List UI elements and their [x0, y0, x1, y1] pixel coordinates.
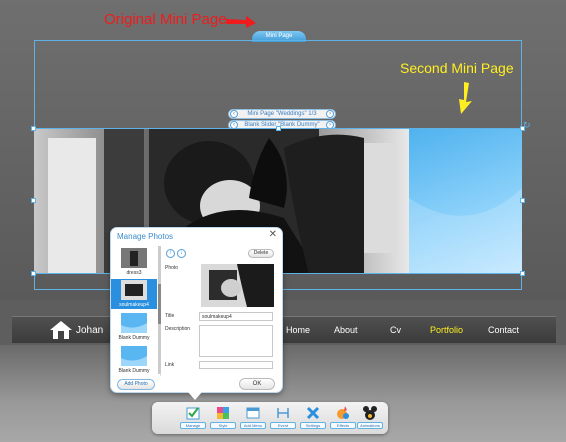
event-label: Event [270, 422, 296, 429]
close-icon[interactable]: ✕ [269, 229, 277, 240]
thumbnail-label: Blank Dummy [118, 335, 150, 341]
event-tool[interactable]: Event [270, 405, 296, 431]
style-label: Style [210, 422, 236, 429]
nav-item-about[interactable]: About [334, 325, 358, 335]
title-field[interactable]: soulmakeup4 [199, 312, 273, 321]
effects-label: Effects [330, 422, 356, 429]
ok-button[interactable]: OK [239, 378, 275, 390]
nav-item-cv[interactable]: Cv [390, 325, 401, 335]
manage-label: Manage [180, 422, 206, 429]
title-label: Title [165, 313, 175, 319]
effects-tool[interactable]: Effects [330, 405, 356, 431]
thumbnail-label: soulmakeup4 [119, 302, 149, 308]
next-mini-page-button[interactable]: › [326, 110, 334, 118]
thumbnail-label: Blank Dummy [118, 368, 150, 374]
event-icon [277, 408, 289, 418]
animations-tool[interactable]: Animations [357, 405, 383, 431]
settings-label: Settings [300, 422, 326, 429]
resize-handle-sw[interactable] [31, 271, 36, 276]
thumbnail-image [121, 280, 147, 300]
list-item-selected[interactable]: soulmakeup4 [111, 279, 157, 309]
manage-icon [186, 407, 200, 420]
link-field[interactable] [199, 361, 273, 369]
description-field[interactable] [199, 325, 273, 357]
add-menu-label: Add Menu [240, 422, 266, 429]
second-mini-page-slide[interactable] [409, 128, 522, 274]
thumbnail-label: dress3 [126, 270, 142, 276]
mini-page-label: Mini Page "Weddings" 1/3 [247, 111, 317, 117]
add-menu-tool[interactable]: Add Menu [240, 405, 266, 431]
manage-tool[interactable]: Manage [180, 405, 206, 431]
dialog-pointer [188, 392, 202, 400]
list-item[interactable]: Blank Dummy [111, 312, 157, 342]
dialog-title: Manage Photos [117, 232, 174, 241]
scrollbar-thumb[interactable] [158, 284, 161, 324]
annotation-original-mini-page: Original Mini Page [104, 11, 227, 28]
nav-item-portfolio[interactable]: Portfolio [430, 325, 463, 335]
thumbnail-image [121, 313, 147, 333]
site-logo-text: Johan [76, 325, 104, 336]
resize-handle-e[interactable] [520, 198, 525, 203]
effects-icon [337, 406, 349, 419]
photo-label: Photo [165, 265, 179, 271]
resize-handle-w[interactable] [31, 198, 36, 203]
add-photo-button[interactable]: Add Photo [117, 379, 155, 390]
resize-handle-n[interactable] [276, 126, 281, 131]
resize-handle-se[interactable] [520, 271, 525, 276]
nav-item-contact[interactable]: Contact [488, 325, 519, 335]
list-item[interactable]: Blank Dummy [111, 345, 157, 375]
manage-photos-dialog: Manage Photos ✕ dress3 soulmakeup4 Blank… [110, 227, 283, 393]
blue-swoosh [409, 188, 522, 274]
rotate-icon[interactable]: ↻ [523, 120, 531, 131]
bottom-toolbar: Manage Style Add Menu Event Settings Eff… [152, 402, 388, 434]
animations-label: Animations [357, 422, 383, 429]
style-tool[interactable]: Style [210, 405, 236, 431]
resize-handle-nw[interactable] [31, 126, 36, 131]
photo-thumbnail-list[interactable]: dress3 soulmakeup4 Blank Dummy Blank Dum… [111, 246, 161, 376]
photo-preview[interactable] [201, 264, 274, 307]
mini-page-selector[interactable]: ‹ Mini Page "Weddings" 1/3 › [228, 109, 336, 119]
thumbnail-image [121, 248, 147, 268]
move-up-icon[interactable]: ↑ [166, 249, 175, 258]
link-label: Link [165, 362, 175, 368]
home-logo-icon [50, 321, 72, 339]
site-nav-bar: Johan Home About Cv Portfolio Contact [12, 316, 556, 343]
animations-icon [363, 406, 377, 420]
settings-icon [306, 406, 320, 420]
add-menu-icon [246, 407, 260, 419]
settings-tool[interactable]: Settings [300, 405, 326, 431]
thumbnail-image [121, 346, 147, 366]
list-item[interactable]: dress3 [111, 247, 157, 277]
nav-item-home[interactable]: Home [286, 325, 310, 335]
description-label: Description [165, 326, 191, 332]
red-arrow-icon [226, 16, 256, 28]
move-down-icon[interactable]: ↓ [177, 249, 186, 258]
style-icon [217, 407, 229, 419]
prev-mini-page-button[interactable]: ‹ [230, 110, 238, 118]
delete-button[interactable]: Delete [248, 249, 274, 258]
